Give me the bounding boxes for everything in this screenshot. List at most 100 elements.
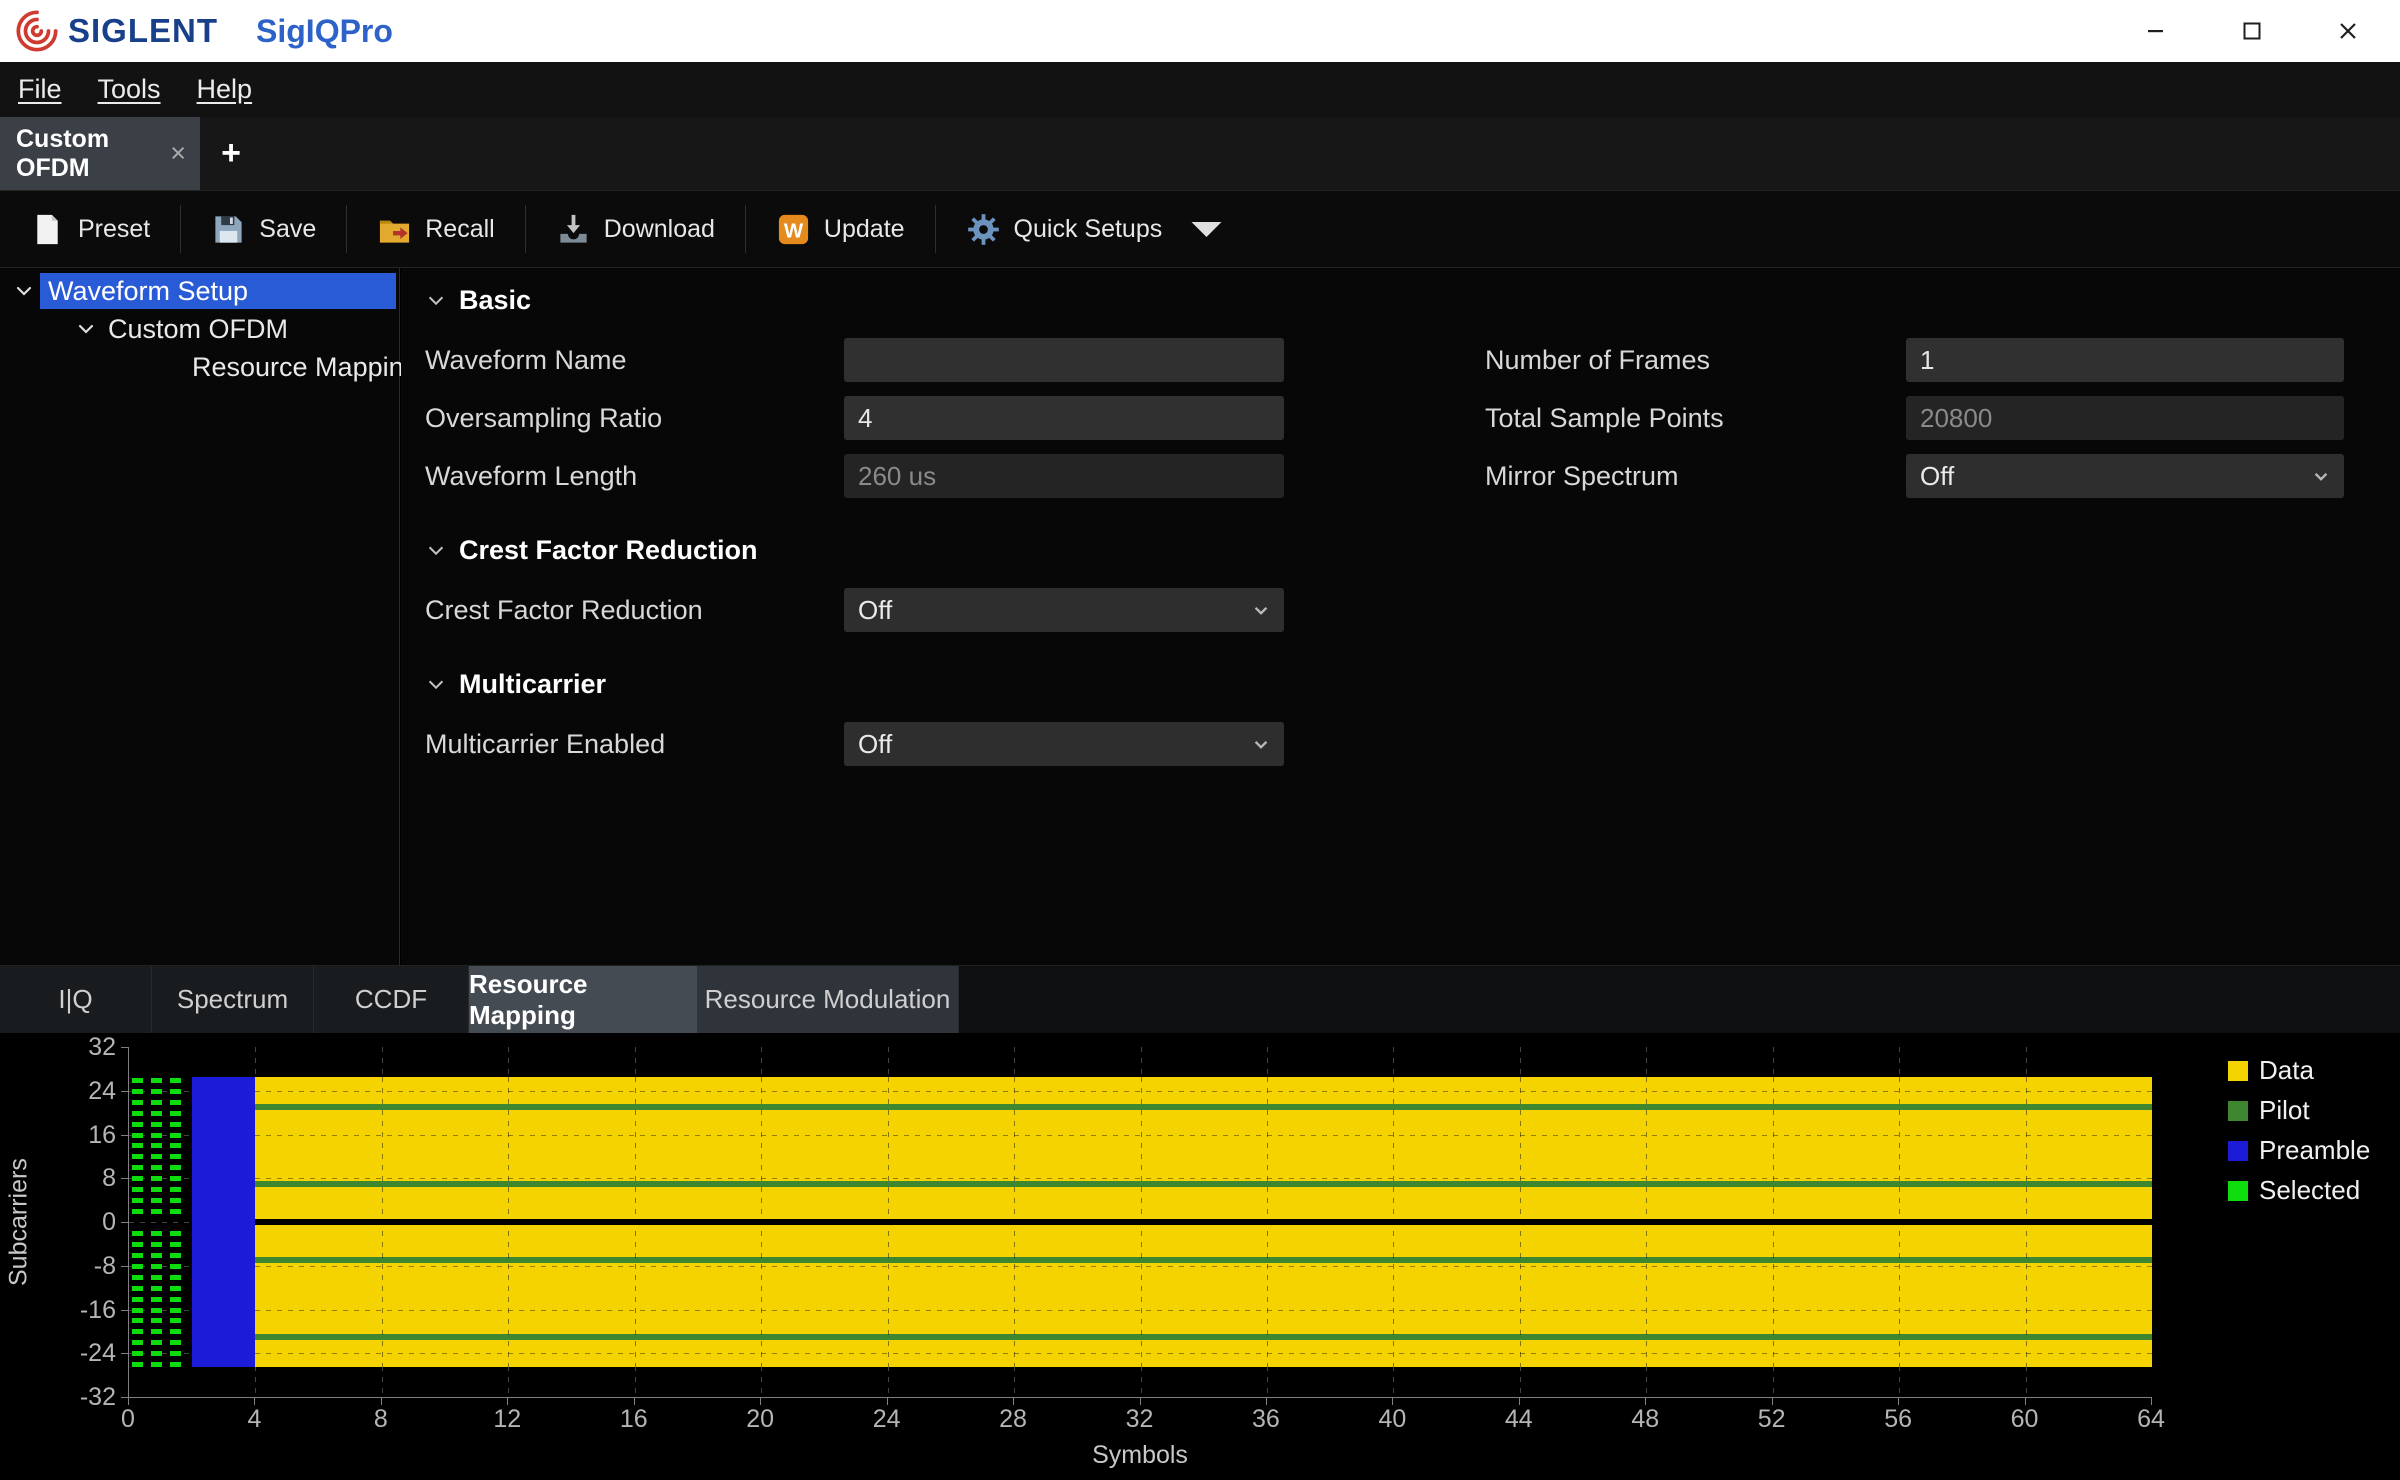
x-tick-mark [1266,1398,1267,1405]
tree-item-waveform-setup[interactable]: Waveform Setup [0,272,399,310]
tree-item-resource-mapping[interactable]: Resource Mapping [0,348,399,386]
crest-form: Crest Factor Reduction Off [425,588,2400,632]
oversampling-ratio-input[interactable] [844,396,1284,440]
selected-region-line [132,1100,189,1105]
tab-spectrum[interactable]: Spectrum [152,966,314,1033]
gridline-overlay-vertical [508,1077,509,1367]
selected-region-line [132,1308,189,1313]
tab-label: Custom OFDM [16,125,158,183]
x-tick-label: 8 [336,1405,426,1434]
gridline-overlay-vertical [635,1077,636,1367]
x-tick-label: 48 [1600,1405,1690,1434]
selected-region-line [132,1242,189,1247]
navigation-tree: Waveform Setup Custom OFDM Resource Mapp… [0,268,400,965]
legend-swatch-pilot [2228,1101,2248,1121]
x-tick-label: 44 [1474,1405,1564,1434]
toolbar: Preset Save Recall Download W Update Qui… [0,190,2400,268]
multicarrier-enabled-value: Off [858,729,892,760]
tree-label-custom-ofdm[interactable]: Custom OFDM [102,314,288,345]
chevron-down-icon[interactable] [70,317,102,341]
multicarrier-form: Multicarrier Enabled Off [425,722,2400,766]
add-tab-button[interactable]: + [200,117,262,190]
gridline-overlay-horizontal [255,1178,2152,1179]
selected-region-line [132,1165,189,1170]
update-button[interactable]: W Update [746,191,935,267]
x-tick-mark [254,1398,255,1405]
tab-custom-ofdm[interactable]: Custom OFDM × [0,117,200,190]
mirror-spectrum-select[interactable]: Off [1906,454,2344,498]
selected-region-line [132,1231,189,1236]
crest-factor-reduction-value: Off [858,595,892,626]
tab-resource-modulation[interactable]: Resource Modulation [697,966,959,1033]
selected-region-line [132,1297,189,1302]
section-basic-title: Basic [459,285,531,316]
folder-icon [377,212,412,247]
y-tick-label: -32 [30,1383,116,1412]
siglent-swirl-icon [14,8,60,54]
menu-file[interactable]: File [18,74,62,105]
menubar: File Tools Help [0,62,2400,117]
tab-ccdf[interactable]: CCDF [314,966,469,1033]
y-tick-label: 0 [30,1208,116,1237]
selected-region-line [132,1286,189,1291]
chevron-down-icon [425,673,447,695]
y-tick-mark [121,1135,128,1136]
pilot-line [255,1104,2152,1110]
x-tick-label: 64 [2106,1405,2196,1434]
tab-close-icon[interactable]: × [170,140,186,167]
x-tick-mark [887,1398,888,1405]
section-multicarrier[interactable]: Multicarrier [425,666,2400,702]
y-tick-mark [121,1310,128,1311]
tree-label-resource-mapping[interactable]: Resource Mapping [186,352,419,383]
selected-region-line [132,1198,189,1203]
menu-tools[interactable]: Tools [98,74,161,105]
selected-region-line [132,1275,189,1280]
legend-item-selected: Selected [2228,1175,2370,1206]
multicarrier-enabled-select[interactable]: Off [844,722,1284,766]
chevron-down-icon [1248,597,1274,623]
tree-item-custom-ofdm[interactable]: Custom OFDM [0,310,399,348]
chevron-down-icon [2308,463,2334,489]
y-tick-mark [121,1047,128,1048]
waveform-name-input[interactable] [844,338,1284,382]
legend-item-preamble: Preamble [2228,1135,2370,1166]
selected-region-line [132,1253,189,1258]
recall-button[interactable]: Recall [347,191,524,267]
download-button[interactable]: Download [526,191,745,267]
legend-swatch-data [2228,1061,2248,1081]
number-of-frames-label: Number of Frames [1485,345,1906,376]
menu-help[interactable]: Help [197,74,253,105]
y-tick-mark [121,1353,128,1354]
number-of-frames-input[interactable] [1906,338,2344,382]
update-label: Update [824,215,905,244]
gridline-overlay-vertical [761,1077,762,1367]
minimize-button[interactable] [2130,8,2182,54]
close-button[interactable] [2322,8,2374,54]
section-multicarrier-title: Multicarrier [459,669,606,700]
chevron-down-icon[interactable] [8,279,40,303]
tree-label-waveform-setup[interactable]: Waveform Setup [40,273,396,309]
preset-button[interactable]: Preset [0,191,180,267]
quick-setups-button[interactable]: Quick Setups [936,191,1255,267]
gridline-overlay-horizontal [255,1266,2152,1267]
section-basic[interactable]: Basic [425,282,2400,318]
x-tick-label: 12 [462,1405,552,1434]
section-crest-factor-reduction[interactable]: Crest Factor Reduction [425,532,2400,568]
x-tick-mark [381,1398,382,1405]
x-tick-label: 60 [1980,1405,2070,1434]
svg-text:W: W [784,220,804,242]
x-tick-label: 28 [968,1405,1058,1434]
maximize-button[interactable] [2226,8,2278,54]
save-button[interactable]: Save [181,191,346,267]
preset-label: Preset [78,215,150,244]
tab-resource-mapping[interactable]: Resource Mapping [469,966,697,1033]
crest-factor-reduction-select[interactable]: Off [844,588,1284,632]
selected-region-line [132,1122,189,1127]
chevron-down-icon [425,289,447,311]
tab-iq[interactable]: I|Q [0,966,152,1033]
y-tick-label: -16 [30,1296,116,1325]
download-label: Download [604,215,715,244]
x-tick-mark [1645,1398,1646,1405]
x-tick-mark [128,1398,129,1405]
x-tick-mark [1772,1398,1773,1405]
